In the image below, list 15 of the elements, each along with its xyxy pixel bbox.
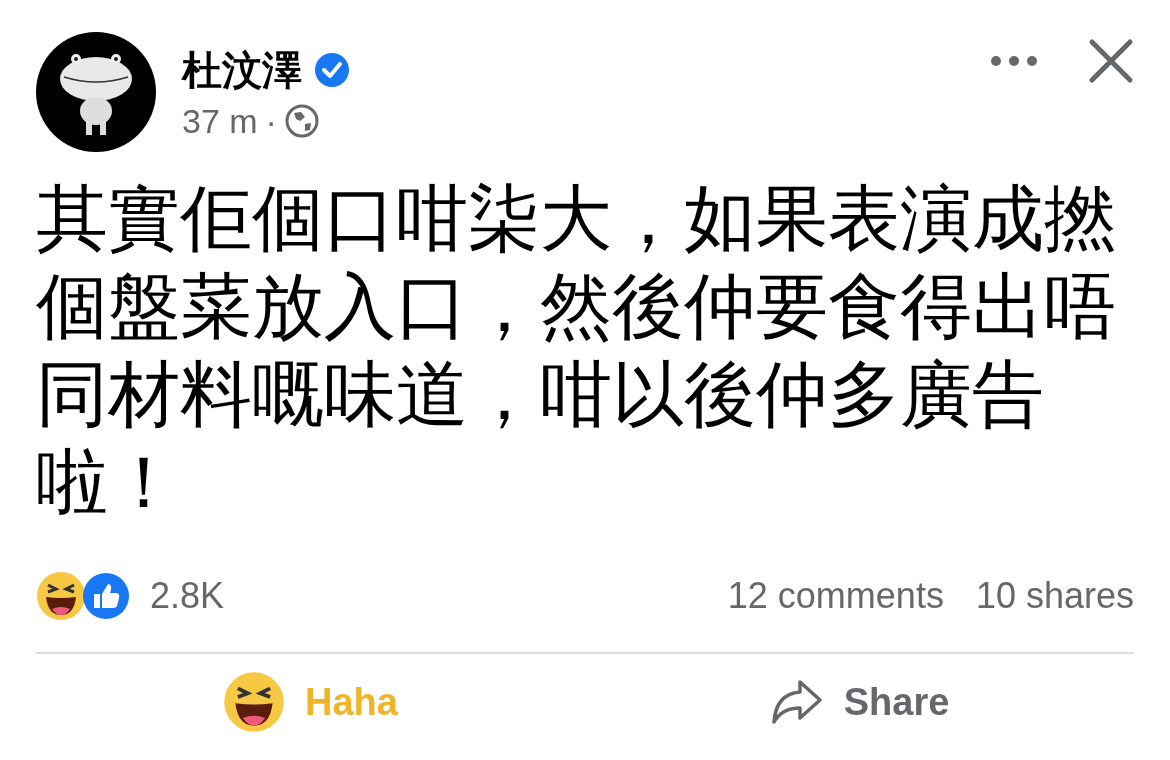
author-name[interactable]: 杜汶澤 xyxy=(182,50,302,90)
globe-icon xyxy=(284,104,319,138)
separator-dot: · xyxy=(265,104,277,138)
post-text: 其實佢個口咁柒大，如果表演成撚個盤菜放入口，然後仲要食得出唔同材料嘅味道，咁以後仲多廣告啦！ xyxy=(36,177,1117,524)
laughing-emoji-icon xyxy=(36,571,86,621)
share-arrow-icon xyxy=(769,678,824,726)
shares-count[interactable]: 10 shares xyxy=(975,569,1134,623)
share-button[interactable]: Share xyxy=(585,670,1134,734)
thumbs-up-icon xyxy=(82,572,130,620)
laughing-emoji-icon xyxy=(223,671,286,733)
reaction-count[interactable]: 2.8K xyxy=(150,569,225,623)
more-options-icon[interactable] xyxy=(990,55,1038,67)
comments-count[interactable]: 12 comments xyxy=(727,569,944,623)
close-icon[interactable] xyxy=(1088,38,1134,84)
post-time: 37 m xyxy=(182,104,258,138)
